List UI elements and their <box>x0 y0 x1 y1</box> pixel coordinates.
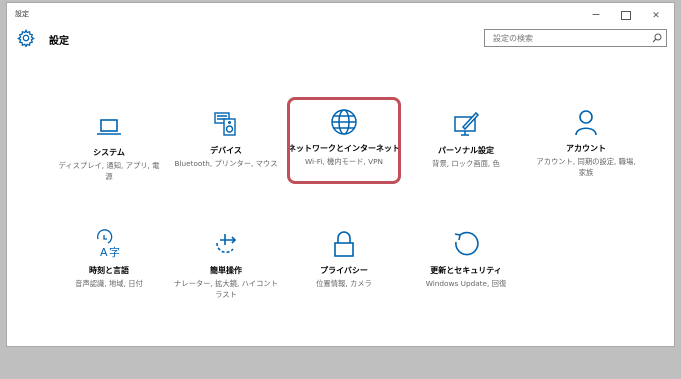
close-icon: ✕ <box>652 11 660 21</box>
search-icon[interactable] <box>652 33 662 43</box>
search-box[interactable] <box>484 29 667 47</box>
page-title: 設定 <box>49 36 69 47</box>
tile-subtitle: 音声認識, 地域, 日付 <box>75 279 143 288</box>
tile-subtitle: ナレーター, 拡大鏡, ハイコントラスト <box>174 279 278 299</box>
tile-ease-of-access[interactable]: 簡単操作 ナレーター, 拡大鏡, ハイコントラスト <box>166 229 286 300</box>
tile-title: デバイス <box>210 146 242 155</box>
tile-title: 時刻と言語 <box>89 266 129 275</box>
close-button[interactable]: ✕ <box>642 5 670 25</box>
tile-privacy[interactable]: プライバシー 位置情報, カメラ <box>284 229 404 289</box>
tile-system[interactable]: システム ディスプレイ, 通知, アプリ, 電源 <box>49 111 169 182</box>
tile-title: システム <box>93 148 125 157</box>
header: 設定 <box>7 29 674 55</box>
tile-title: 簡単操作 <box>210 266 242 275</box>
time-language-icon: A 字 <box>97 229 120 259</box>
minimize-icon: − <box>591 8 601 21</box>
tile-personalization[interactable]: パーソナル設定 背景, ロック画面, 色 <box>406 109 526 169</box>
tile-subtitle: ディスプレイ, 通知, アプリ, 電源 <box>58 161 160 181</box>
search-input[interactable] <box>485 30 653 46</box>
tile-time-language[interactable]: A 字 時刻と言語 音声認識, 地域, 日付 <box>49 229 169 289</box>
person-icon <box>575 110 597 136</box>
svg-text:字: 字 <box>109 245 120 259</box>
minimize-button[interactable]: − <box>582 5 610 25</box>
ease-of-access-icon <box>216 234 237 254</box>
window-title: 設定 <box>15 10 29 18</box>
tile-subtitle: Windows Update, 回復 <box>425 279 507 288</box>
laptop-icon <box>97 119 121 135</box>
gear-icon <box>17 29 35 47</box>
maximize-icon <box>621 11 631 20</box>
tile-title: プライバシー <box>320 266 368 275</box>
tile-subtitle: 位置情報, カメラ <box>316 279 372 288</box>
tile-subtitle: 背景, ロック画面, 色 <box>432 159 500 168</box>
lock-icon <box>334 231 354 257</box>
tile-update-security[interactable]: 更新とセキュリティ Windows Update, 回復 <box>406 229 526 289</box>
settings-window: 設定 − ✕ 設定 システム ディスプレイ, 通知 <box>6 2 675 347</box>
tile-subtitle: アカウント, 同期の設定, 職場, 家族 <box>536 157 636 177</box>
maximize-button[interactable] <box>612 5 640 25</box>
tile-title: パーソナル設定 <box>438 146 494 155</box>
title-bar: 設定 − ✕ <box>7 3 674 27</box>
tile-accounts[interactable]: アカウント アカウント, 同期の設定, 職場, 家族 <box>526 107 646 178</box>
tile-subtitle: Bluetooth, プリンター, マウス <box>174 159 278 168</box>
personalization-icon <box>454 111 480 136</box>
tile-title: アカウント <box>566 144 606 153</box>
refresh-icon <box>454 231 479 256</box>
devices-icon <box>214 112 236 136</box>
tile-title: 更新とセキュリティ <box>430 266 502 275</box>
svg-text:A: A <box>100 246 108 259</box>
tile-devices[interactable]: デバイス Bluetooth, プリンター, マウス <box>166 109 286 169</box>
highlight-box <box>287 97 401 184</box>
